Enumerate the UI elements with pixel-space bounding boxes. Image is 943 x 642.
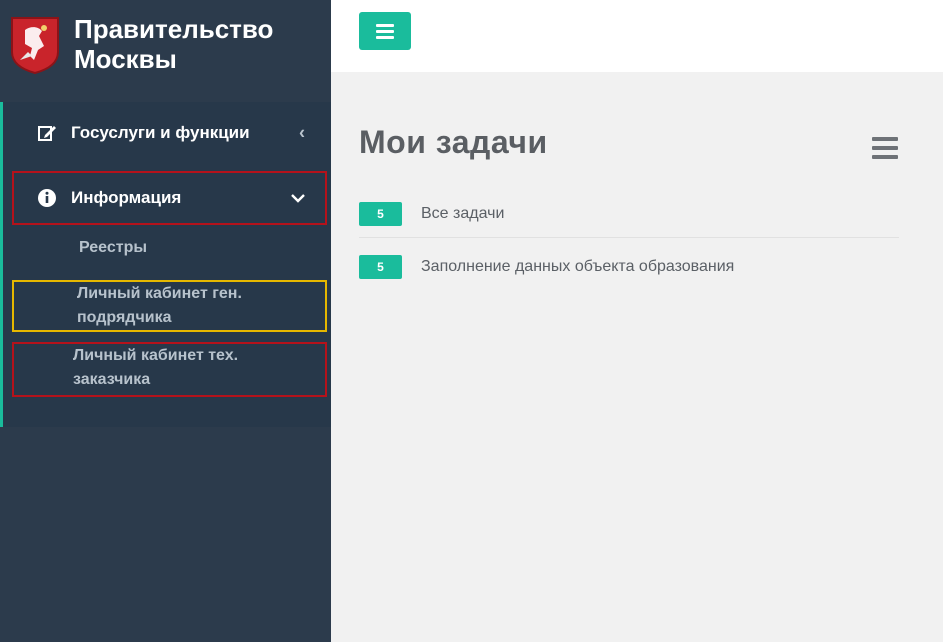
sidebar-item-gosuslugi[interactable]: Госуслуги и функции ‹ [3,107,331,159]
edit-icon [38,126,56,141]
task-count-badge: 5 [359,202,402,226]
brand-title: Правительство Москвы [74,14,274,74]
sidebar-subitem-registries[interactable]: Реестры [79,236,147,260]
page-title: Мои задачи [359,124,548,160]
task-row-fill-data[interactable]: 5 Заполнение данных объекта образования [359,245,899,285]
divider [359,237,899,238]
task-row-all[interactable]: 5 Все задачи [359,192,899,238]
chevron-left-icon: ‹ [299,122,305,143]
options-menu-icon[interactable] [872,137,898,159]
task-count-badge: 5 [359,255,402,279]
hamburger-icon [376,30,394,33]
sidebar-toggle-button[interactable] [359,12,411,50]
sidebar: Правительство Москвы Госуслуги и функции… [0,0,331,642]
hamburger-icon [376,36,394,39]
moscow-coat-of-arms-icon [11,17,59,74]
task-label[interactable]: Заполнение данных объекта образования [421,255,734,279]
task-label[interactable]: Все задачи [421,202,504,226]
main-content: Мои задачи 5 Все задачи 5 Заполнение дан… [331,72,943,642]
sidebar-item-label: Госуслуги и функции [71,123,250,142]
brand-header[interactable]: Правительство Москвы [0,0,331,100]
top-bar [331,0,943,72]
highlight-frame-general-contractor [12,280,327,332]
highlight-frame-technical-customer [12,342,327,397]
hamburger-icon [376,24,394,27]
highlight-frame-information [12,171,327,225]
